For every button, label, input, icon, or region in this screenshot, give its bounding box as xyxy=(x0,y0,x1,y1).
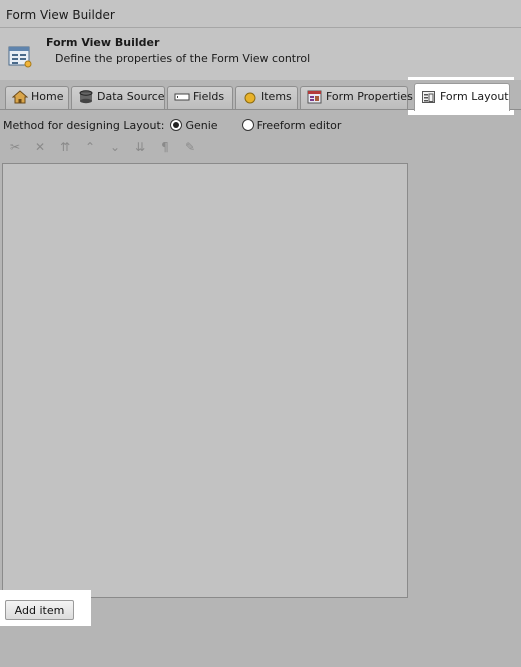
tab-items[interactable]: Items xyxy=(235,86,298,109)
tab-data-source-label: Data Source xyxy=(97,90,165,103)
genie-radio[interactable] xyxy=(170,119,183,131)
move-up-icon[interactable]: ⌃ xyxy=(81,138,99,156)
tab-home[interactable]: Home xyxy=(5,86,69,109)
tab-form-layout-label: Form Layout xyxy=(440,90,509,103)
tab-items-label: Items xyxy=(261,90,292,103)
genie-radio-label[interactable]: Genie xyxy=(185,119,217,132)
tab-home-label: Home xyxy=(31,90,64,103)
form-layout-icon xyxy=(421,90,437,104)
layout-canvas[interactable] xyxy=(2,163,408,598)
cut-icon[interactable]: ✂ xyxy=(6,138,24,156)
tab-form-properties[interactable]: Form Properties xyxy=(300,86,413,109)
house-icon xyxy=(11,90,29,104)
move-down-icon[interactable]: ⌄ xyxy=(106,138,124,156)
paragraph-icon[interactable]: ¶ xyxy=(156,138,174,156)
tab-form-layout[interactable]: Form Layout xyxy=(414,83,510,111)
freeform-editor-radio-label[interactable]: Freeform editor xyxy=(257,119,342,132)
delete-icon[interactable]: ✕ xyxy=(31,138,49,156)
move-top-icon[interactable]: ⇈ xyxy=(56,138,74,156)
tab-fields[interactable]: Fields xyxy=(167,86,233,109)
form-grid-icon xyxy=(8,46,32,68)
yellow-circle-icon xyxy=(242,90,258,104)
window-title: Form View Builder xyxy=(6,8,115,22)
move-bottom-icon[interactable]: ⇊ xyxy=(131,138,149,156)
tab-data-source[interactable]: Data Source xyxy=(71,86,165,109)
window-title-bar: Form View Builder xyxy=(0,0,521,28)
builder-header: Form View Builder Define the properties … xyxy=(0,28,521,80)
add-item-button[interactable]: Add item xyxy=(5,600,74,620)
field-icon xyxy=(174,90,190,104)
tab-strip: Home Data Source Fields Items Form Prope… xyxy=(0,80,521,111)
layout-toolbar: ✂ ✕ ⇈ ⌃ ⌄ ⇊ ¶ ✎ xyxy=(6,138,206,156)
layout-method-row: Method for designing Layout: Genie Freef… xyxy=(3,117,341,133)
freeform-editor-radio[interactable] xyxy=(241,119,254,131)
tab-form-properties-label: Form Properties xyxy=(326,90,413,103)
header-subtitle: Define the properties of the Form View c… xyxy=(55,52,311,65)
header-title: Form View Builder xyxy=(46,36,160,49)
database-icon xyxy=(78,90,94,104)
form-properties-icon xyxy=(307,90,323,104)
edit-item-icon[interactable]: ✎ xyxy=(181,138,199,156)
tab-fields-label: Fields xyxy=(193,90,225,103)
layout-method-label: Method for designing Layout: xyxy=(3,118,165,132)
